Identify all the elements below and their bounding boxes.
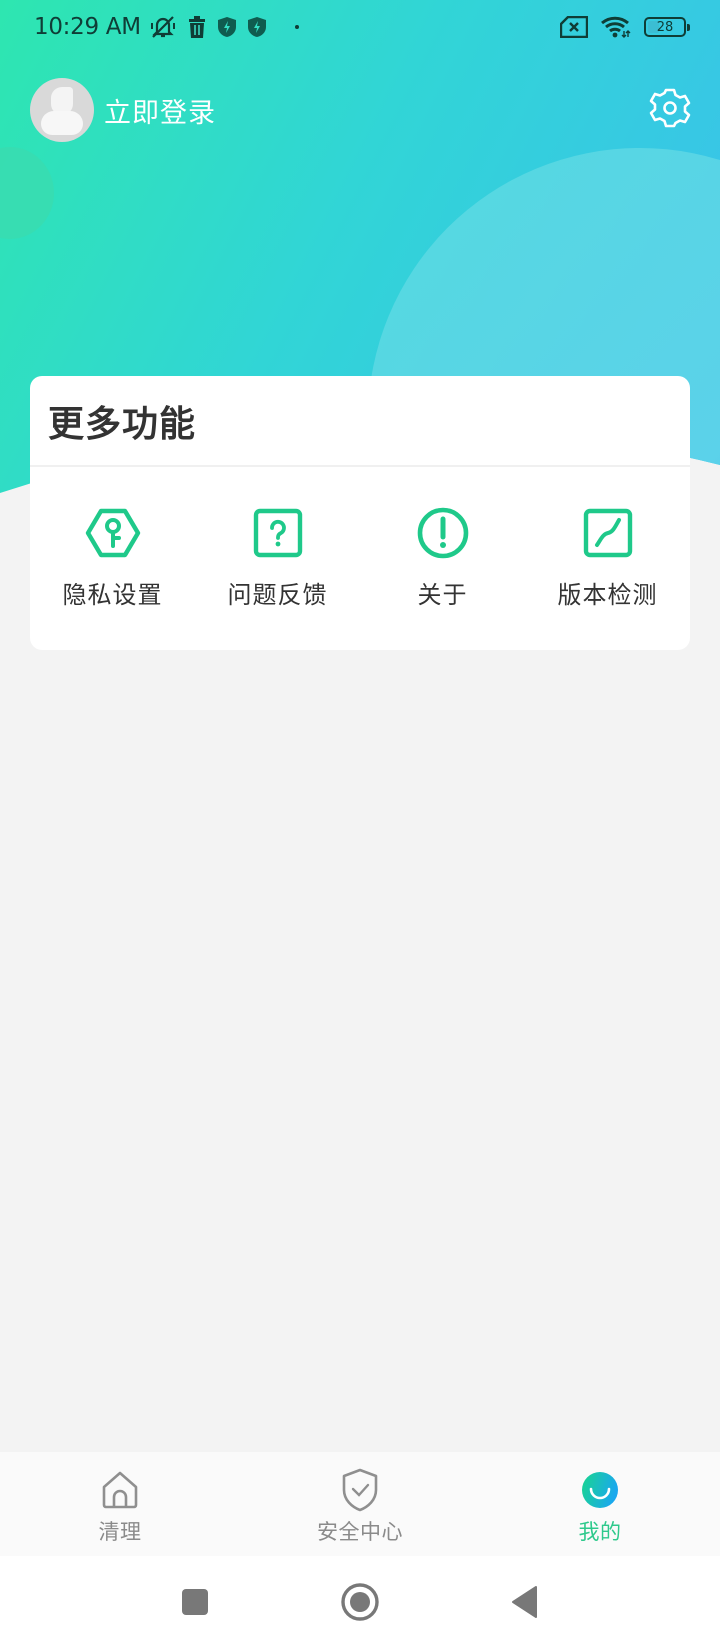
battery-icon: 28 [644, 17, 690, 37]
feature-grid: 隐私设置 问题反馈 关于 版本检测 [30, 467, 690, 648]
tab-label: 安全中心 [317, 1520, 403, 1544]
tab-mine[interactable]: 我的 [480, 1452, 720, 1556]
feature-label: 版本检测 [557, 581, 658, 609]
feature-feedback[interactable]: 问题反馈 [195, 467, 360, 648]
login-link[interactable]: 立即登录 [104, 91, 216, 130]
recents-button[interactable] [175, 1584, 215, 1624]
no-sim-icon [560, 16, 588, 38]
notifications-muted-icon [149, 14, 177, 40]
privacy-key-icon [85, 505, 141, 561]
feature-about[interactable]: 关于 [360, 467, 525, 648]
tab-label: 我的 [578, 1520, 622, 1544]
system-nav-bar [0, 1556, 720, 1650]
default-avatar-icon[interactable] [30, 78, 94, 142]
shield-bolt-icon [217, 16, 237, 38]
more-features-card: 更多功能 隐私设置 问题反馈 关于 版本检测 [30, 376, 690, 650]
feature-version-check[interactable]: 版本检测 [525, 467, 690, 648]
info-exclamation-icon [415, 505, 471, 561]
smile-profile-icon [578, 1468, 622, 1512]
recents-icon [180, 1587, 210, 1621]
bottom-tab-bar: 清理 安全中心 我的 [0, 1452, 720, 1556]
section-title: 更多功能 [30, 376, 690, 467]
back-button[interactable] [505, 1584, 545, 1624]
version-curve-icon [580, 505, 636, 561]
tab-security-center[interactable]: 安全中心 [240, 1452, 480, 1556]
battery-level: 28 [656, 19, 674, 35]
tab-label: 清理 [98, 1520, 142, 1544]
feature-label: 问题反馈 [227, 581, 328, 609]
settings-button[interactable] [648, 88, 692, 132]
dot-icon [294, 25, 299, 29]
home-circle-icon [340, 1582, 380, 1626]
trash-icon [187, 16, 207, 38]
feature-label: 隐私设置 [62, 581, 163, 609]
gear-icon [649, 87, 691, 133]
shield-bolt-icon [247, 16, 267, 38]
shield-check-icon [338, 1468, 382, 1512]
login-row[interactable]: 立即登录 [30, 78, 216, 142]
wifi-icon [600, 15, 632, 39]
home-icon [98, 1468, 142, 1512]
feature-label: 关于 [417, 581, 468, 609]
back-triangle-icon [510, 1585, 540, 1623]
feature-privacy-settings[interactable]: 隐私设置 [30, 467, 195, 648]
home-button[interactable] [340, 1582, 380, 1626]
status-time: 10:29 AM [34, 14, 141, 40]
tab-clean[interactable]: 清理 [0, 1452, 240, 1556]
status-bar: 10:29 AM 28 [0, 0, 720, 54]
question-square-icon [250, 505, 306, 561]
